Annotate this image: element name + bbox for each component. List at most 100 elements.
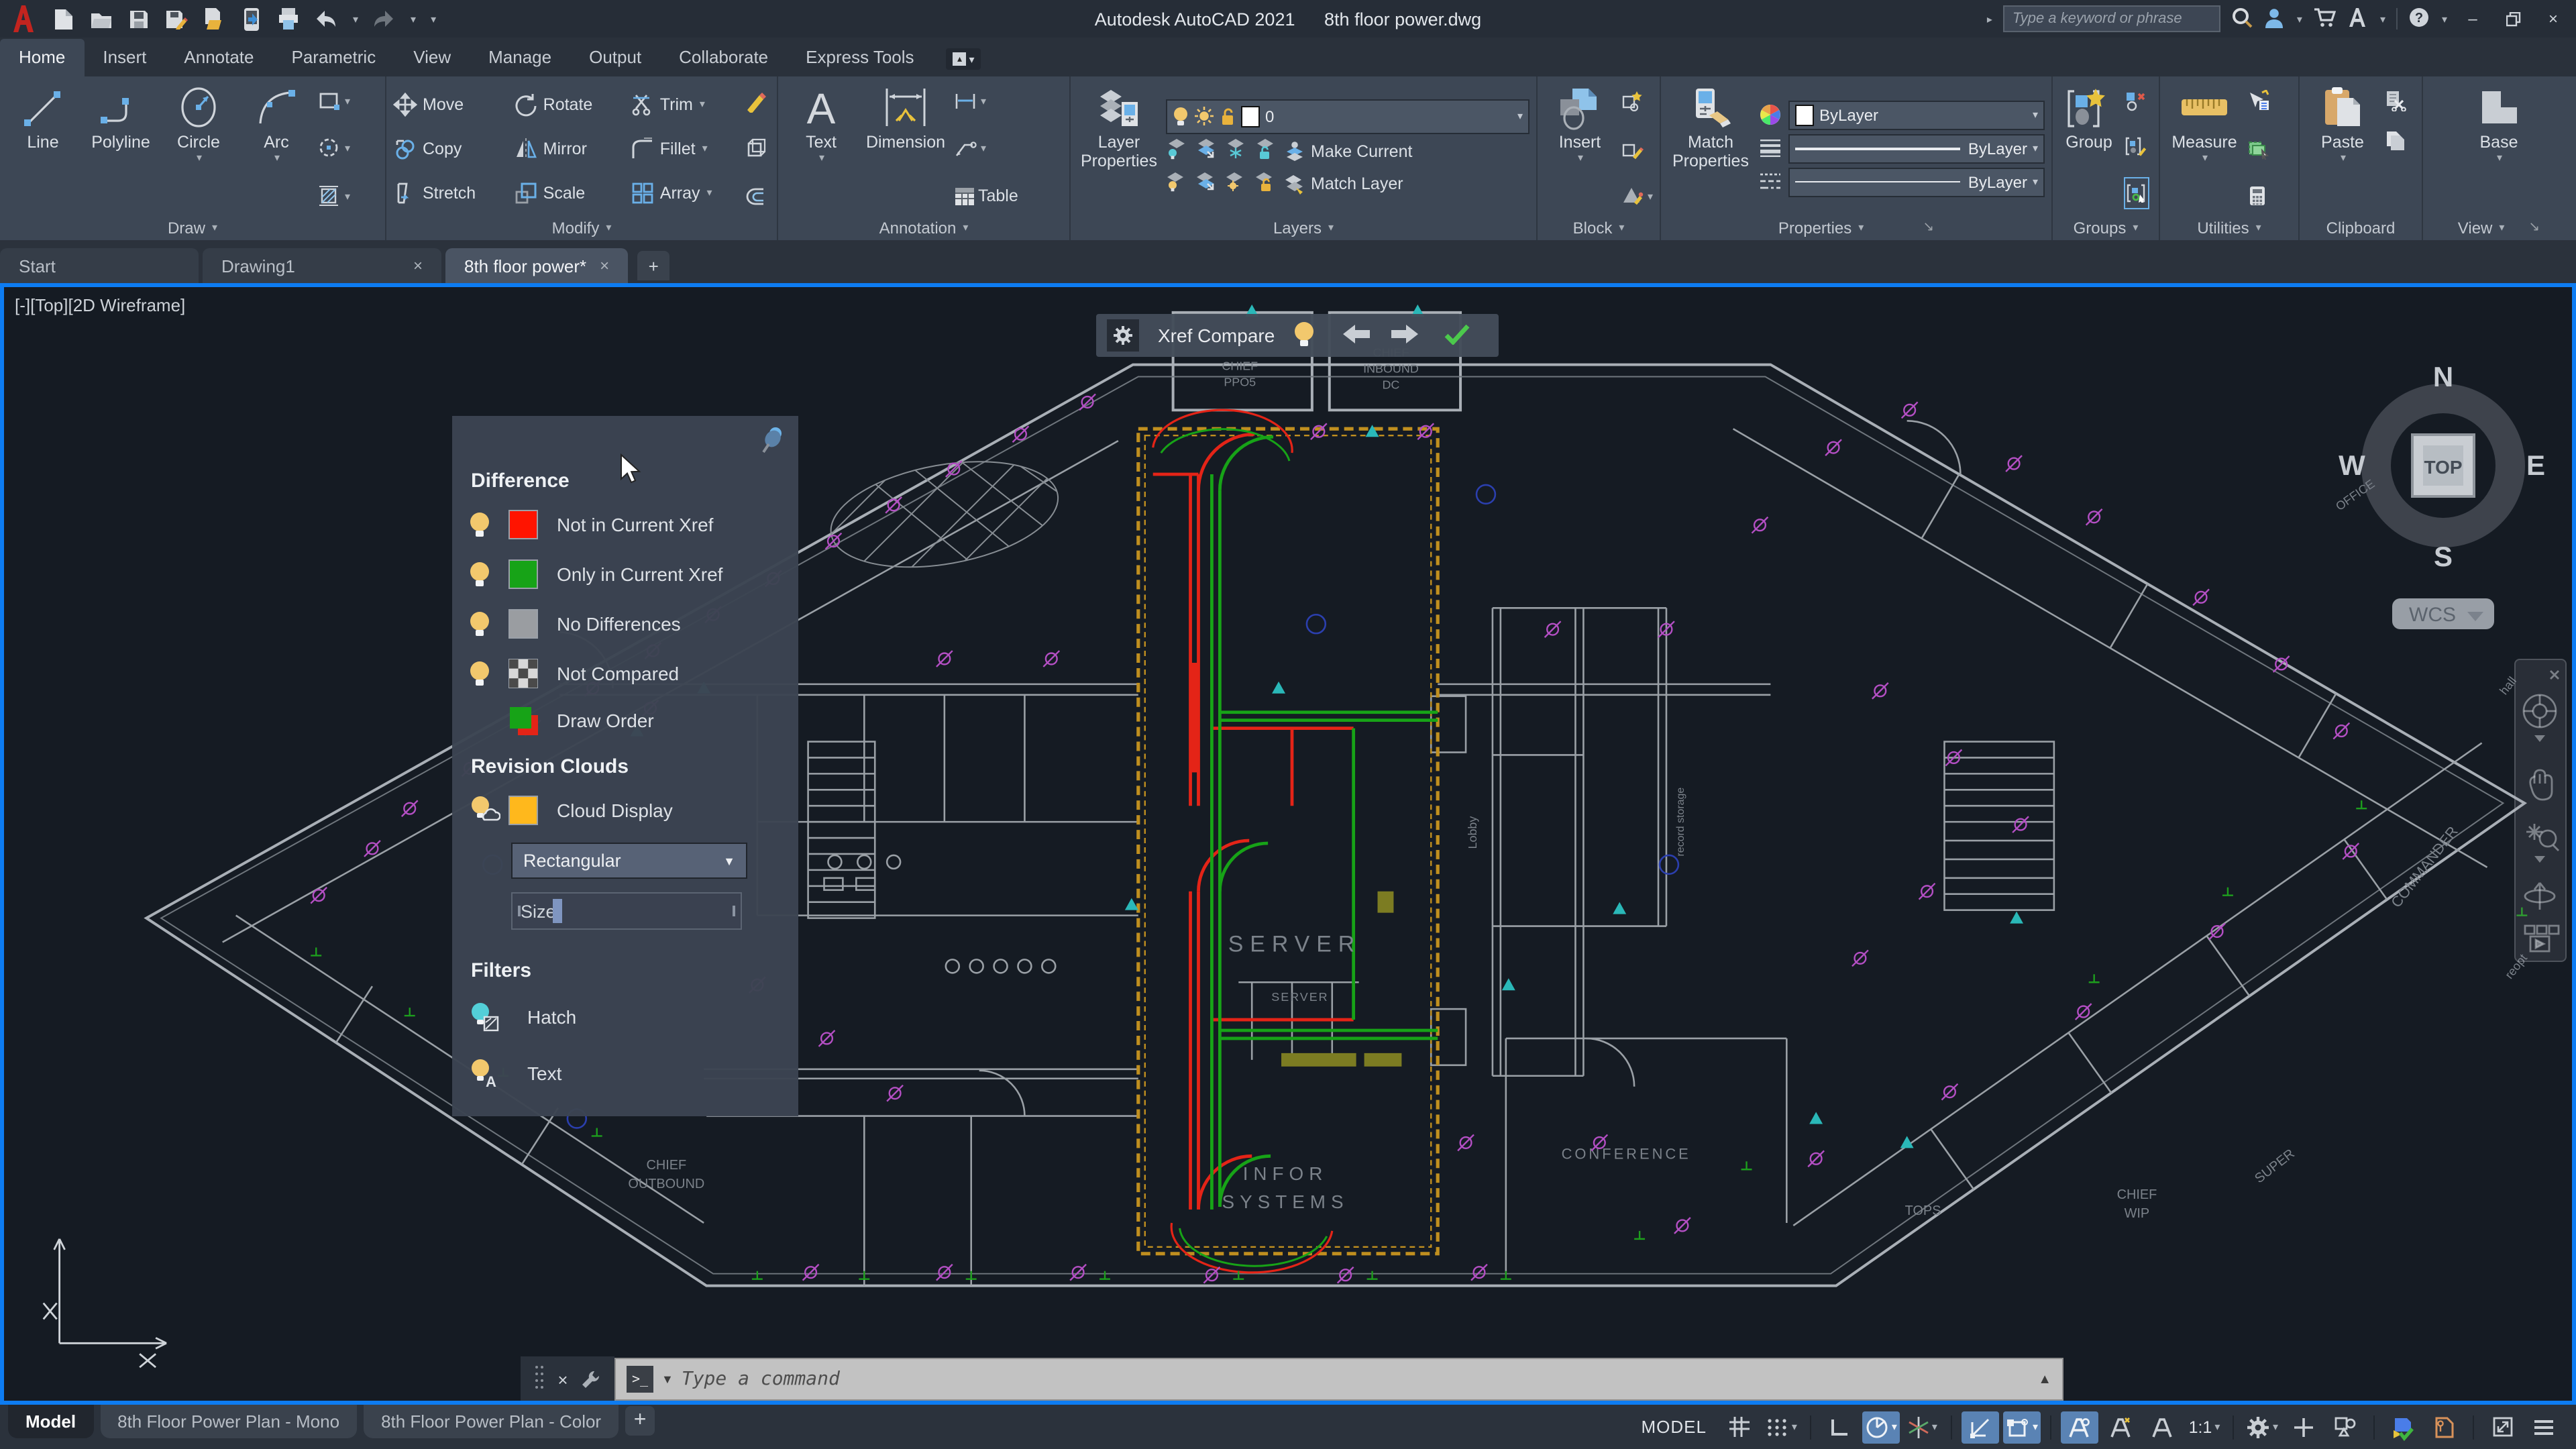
annotation-panel-label[interactable]: Annotation ▾	[778, 215, 1069, 240]
close-tab-icon[interactable]: ×	[600, 256, 609, 275]
sign-in-icon[interactable]	[2263, 6, 2285, 32]
polar-tracking-toggle[interactable]: ▾	[1862, 1411, 1900, 1443]
base-button[interactable]: Base ▾	[2463, 82, 2535, 215]
pin-icon[interactable]	[761, 427, 785, 458]
layers-panel-label[interactable]: Layers ▾	[1071, 215, 1536, 240]
viewcube[interactable]: N W E S TOP WCS	[2339, 361, 2548, 647]
rotate-button[interactable]: Rotate	[514, 92, 620, 116]
fullscreen-toggle[interactable]	[2483, 1411, 2521, 1443]
restore-button[interactable]	[2498, 5, 2528, 32]
measure-button[interactable]: Measure ▾	[2167, 82, 2242, 215]
visibility-bulb-icon[interactable]	[468, 560, 508, 588]
viewcube-south[interactable]: S	[2434, 541, 2453, 572]
graphics-performance-toggle[interactable]	[2384, 1411, 2422, 1443]
move-button[interactable]: Move	[393, 92, 503, 116]
autoscale-toggle[interactable]	[2102, 1411, 2140, 1443]
plot-icon[interactable]	[276, 7, 301, 31]
block-attributes-button[interactable]: ▾	[1621, 182, 1653, 209]
command-dropdown-caret[interactable]: ▼	[661, 1373, 674, 1386]
ribbon-tab-express-tools[interactable]: Express Tools	[787, 39, 932, 76]
paste-button[interactable]: Paste ▾	[2306, 82, 2379, 215]
properties-panel-label[interactable]: Properties ▾ ↘	[1661, 215, 2051, 240]
visibility-bulb-icon[interactable]	[468, 610, 508, 638]
scale-button[interactable]: Scale	[514, 180, 620, 205]
layer-unisolate-button[interactable]	[1195, 170, 1217, 198]
only-in-current-xref-swatch[interactable]	[508, 559, 538, 589]
utilities-panel-label[interactable]: Utilities ▾	[2160, 215, 2298, 240]
autodesk-a-icon[interactable]	[2347, 6, 2368, 32]
save-to-web-icon[interactable]	[239, 7, 263, 31]
layer-off-button[interactable]	[1166, 138, 1187, 166]
layer-properties-button[interactable]: Layer Properties	[1077, 82, 1161, 215]
autodesk-a-caret[interactable]: ▾	[2380, 13, 2385, 25]
lineweight-select[interactable]: ByLayer ▾	[1788, 133, 2045, 163]
not-in-current-xref-swatch[interactable]	[508, 510, 538, 539]
file-tab-start[interactable]: Start	[0, 248, 199, 283]
make-current-button[interactable]: Make Current	[1284, 141, 1412, 162]
customization-menu[interactable]	[2525, 1411, 2563, 1443]
copy-clip-button[interactable]	[2384, 125, 2407, 152]
command-customize-wrench-icon[interactable]	[581, 1369, 601, 1389]
hatch-bulb-icon[interactable]	[468, 1002, 508, 1032]
viewcube-west[interactable]: W	[2339, 449, 2365, 481]
xref-next-button[interactable]	[1390, 323, 1419, 348]
grid-toggle[interactable]	[1721, 1411, 1759, 1443]
help-icon[interactable]: ?	[2408, 6, 2430, 32]
draw-panel-label[interactable]: Draw ▾	[0, 215, 385, 240]
save-icon[interactable]	[126, 7, 150, 31]
ungroup-button[interactable]	[2124, 87, 2149, 114]
clipboard-panel-label[interactable]: Clipboard	[2300, 215, 2422, 240]
command-line-input[interactable]: >_ ▼ Type a command ▲	[614, 1358, 2063, 1401]
model-space-badge[interactable]: MODEL	[1630, 1417, 1717, 1437]
search-input[interactable]: Type a keyword or phrase	[2002, 5, 2220, 32]
circle-button[interactable]: Circle ▾	[162, 82, 235, 215]
explode-button[interactable]	[745, 135, 767, 162]
visibility-bulb-icon[interactable]	[468, 511, 508, 539]
arc-button[interactable]: Arc ▾	[240, 82, 313, 215]
layer-unlock-button[interactable]	[1254, 170, 1276, 198]
cut-button[interactable]	[2384, 87, 2407, 114]
minimize-button[interactable]: –	[2458, 5, 2487, 32]
annotation-scale-value[interactable]: 1:1 ▾	[2186, 1411, 2223, 1443]
polyline-button[interactable]: Polyline	[85, 82, 157, 215]
close-button[interactable]: ×	[2538, 5, 2568, 32]
redo-icon[interactable]	[372, 7, 396, 31]
help-caret[interactable]: ▾	[2442, 13, 2447, 25]
open-from-web-icon[interactable]	[201, 7, 225, 31]
ribbon-tab-parametric[interactable]: Parametric	[273, 39, 395, 76]
leader-button[interactable]: ▾	[954, 135, 1018, 162]
layer-select-caret[interactable]: ▾	[1517, 110, 1523, 122]
file-tab-drawing1[interactable]: Drawing1 ×	[203, 248, 441, 283]
create-block-button[interactable]	[1621, 87, 1653, 114]
layer-lock-button[interactable]	[1254, 138, 1276, 166]
mirror-button[interactable]: Mirror	[514, 136, 620, 160]
layout-tab-mono[interactable]: 8th Floor Power Plan - Mono	[100, 1405, 358, 1438]
annotation-scale-sync-toggle[interactable]	[2144, 1411, 2182, 1443]
search-icon[interactable]	[2231, 6, 2253, 32]
ellipse-tool-button[interactable]: ▾	[318, 135, 350, 162]
rectangle-tool-button[interactable]: ▾	[318, 87, 350, 114]
ortho-toggle[interactable]	[1821, 1411, 1858, 1443]
annotation-visibility-toggle[interactable]	[2060, 1411, 2098, 1443]
fillet-button[interactable]: Fillet ▾	[631, 136, 739, 160]
close-tab-icon[interactable]: ×	[413, 256, 423, 275]
ribbon-tab-annotate[interactable]: Annotate	[165, 39, 272, 76]
autocad-app-menu-button[interactable]	[0, 0, 46, 38]
text-button[interactable]: A Text ▾	[785, 82, 857, 215]
save-as-icon[interactable]	[164, 7, 188, 31]
insert-block-button[interactable]: Insert ▾	[1544, 82, 1615, 215]
wcs-menu[interactable]: WCS	[2392, 598, 2494, 629]
block-panel-label[interactable]: Block ▾	[1538, 215, 1660, 240]
erase-button[interactable]	[745, 87, 767, 114]
match-properties-button[interactable]: Match Properties	[1668, 82, 1754, 215]
isolate-objects-toggle[interactable]	[2326, 1411, 2364, 1443]
command-close-icon[interactable]: ×	[557, 1369, 568, 1389]
line-button[interactable]: Line	[7, 82, 79, 215]
drawing-canvas[interactable]: SERVER SERVER INFOR SYSTEMS CONFERENCE CHIEF O…	[0, 283, 2576, 1405]
match-layer-button[interactable]: Match Layer	[1284, 173, 1403, 195]
layout-tab-color[interactable]: 8th Floor Power Plan - Color	[364, 1405, 619, 1438]
ribbon-tab-manage[interactable]: Manage	[470, 39, 570, 76]
not-compared-swatch[interactable]	[508, 658, 539, 689]
new-drawing-tab-button[interactable]: +	[637, 251, 670, 280]
clean-screen-toggle[interactable]	[2426, 1411, 2463, 1443]
